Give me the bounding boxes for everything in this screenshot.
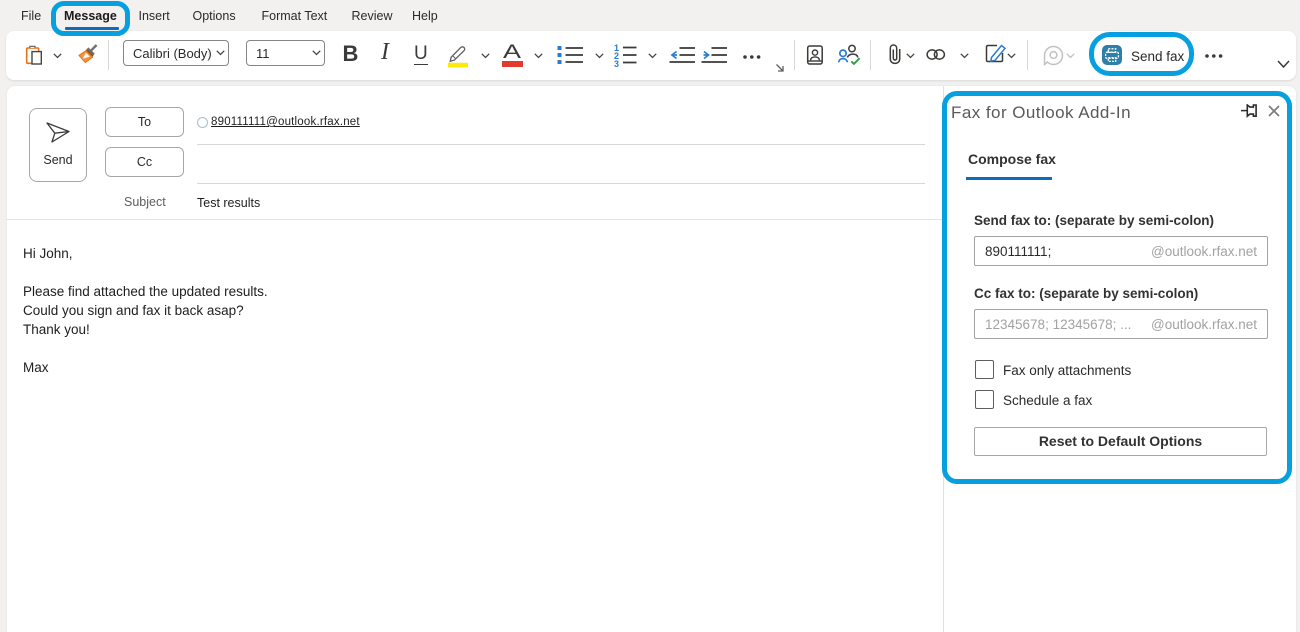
svg-text:3: 3: [614, 59, 619, 67]
